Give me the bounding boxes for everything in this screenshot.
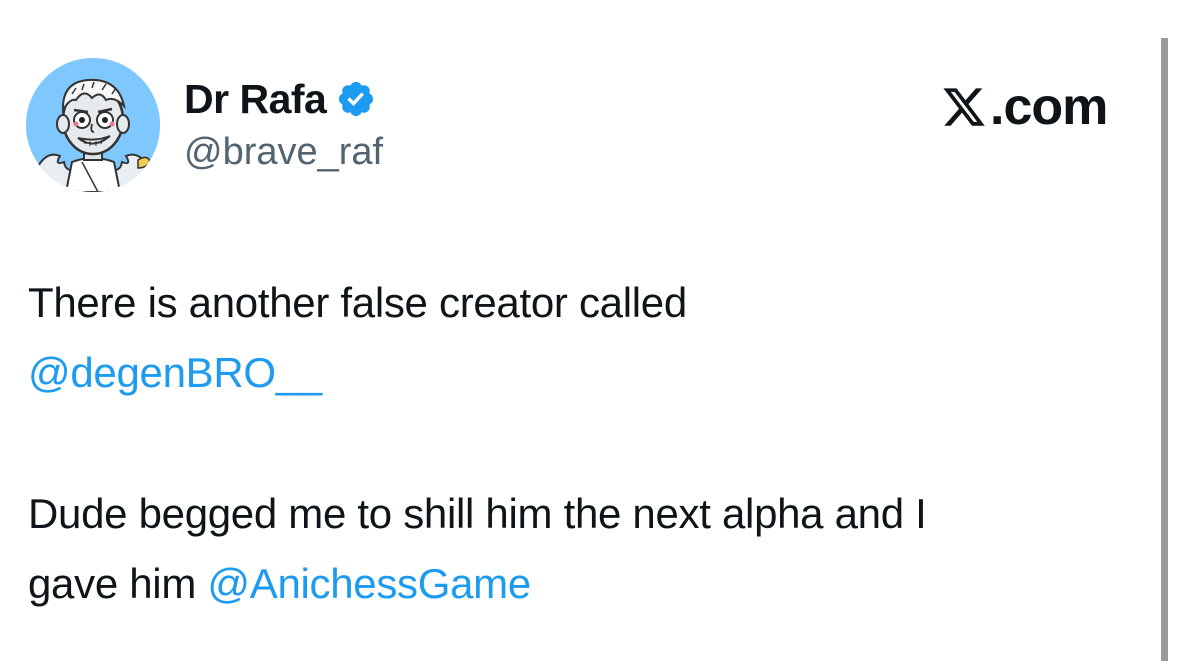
- avatar[interactable]: [26, 58, 160, 192]
- tweet-paragraph-2: Dude begged me to shill him the next alp…: [28, 479, 1138, 619]
- author-display-name[interactable]: Dr Rafa: [184, 72, 327, 126]
- tweet-body: There is another false creator called @d…: [28, 268, 1138, 619]
- author-name-row: Dr Rafa: [184, 72, 383, 126]
- x-logo-icon: [940, 84, 988, 130]
- tweet-text-line1: There is another false creator called: [28, 279, 687, 326]
- brand-domain-text: .com: [990, 78, 1108, 136]
- xcom-brand: .com: [940, 78, 1108, 136]
- scrollbar-edge[interactable]: [1161, 38, 1168, 661]
- author-handle[interactable]: @brave_raf: [184, 128, 383, 176]
- tweet-text-line2-cont: gave him: [28, 560, 208, 607]
- author-block: Dr Rafa @brave_raf: [184, 72, 383, 176]
- verified-badge-icon: [336, 79, 376, 119]
- tweet-text-line2: Dude begged me to shill him the next alp…: [28, 490, 927, 537]
- tweet-paragraph-1: There is another false creator called @d…: [28, 268, 1138, 408]
- tweet-card: Dr Rafa @brave_raf .com There is another…: [0, 0, 1160, 661]
- mention-link-degenbro[interactable]: @degenBRO__: [28, 349, 322, 396]
- avatar-illustration: [26, 58, 160, 192]
- mention-link-anichessgame[interactable]: @AnichessGame: [207, 560, 531, 607]
